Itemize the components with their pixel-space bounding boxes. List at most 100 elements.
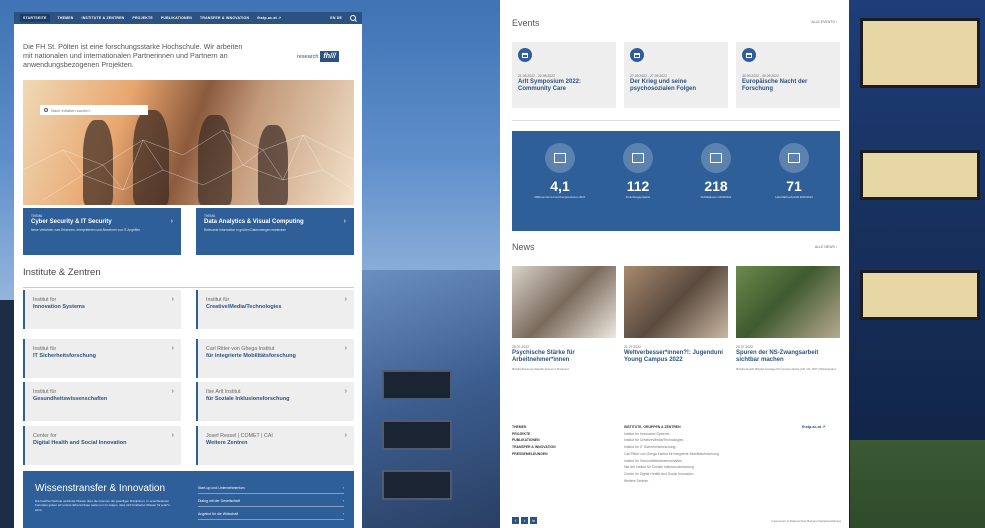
footer-link[interactable]: PUBLIKATIONEN bbox=[512, 437, 556, 444]
stat-item: 4,1 Millionen Euro Forschungsvolumen 202… bbox=[530, 143, 590, 200]
institute-line2: für Soziale Inklusionsforschung bbox=[206, 396, 290, 402]
hero-network-overlay bbox=[23, 129, 354, 201]
left-page-panel: STARTSEITE THEMEN INSTITUTE & ZENTREN PR… bbox=[14, 12, 362, 528]
all-events-link[interactable]: ALLE EVENTS › bbox=[811, 20, 837, 24]
events-title: Events bbox=[512, 18, 540, 28]
transfer-title: Wissenstransfer & Innovation bbox=[35, 483, 166, 494]
footer-link[interactable]: THEMEN bbox=[512, 424, 556, 431]
feature-desc: Relevante Information in großen Datenmen… bbox=[204, 228, 287, 232]
news-tags: #Digital Health #Digital Heritage #Immer… bbox=[736, 367, 837, 371]
nav-item-projekte[interactable]: PROJEKTE bbox=[132, 16, 152, 20]
footer-link[interactable]: Institut für Creative\Media/Technologies bbox=[624, 437, 719, 444]
news-card[interactable]: 21.07.2022 Weltverbesser*innen?!: Jugend… bbox=[624, 266, 728, 368]
institute-tile[interactable]: Institut for Innovation Systems › bbox=[23, 290, 181, 329]
transfer-desc: Die Fachhochschule verbindet Wissen über… bbox=[35, 499, 170, 512]
institute-line2: Gesundheitswissenschaften bbox=[33, 396, 108, 402]
footer-link[interactable]: Institut for Innovation Systems bbox=[624, 431, 719, 438]
footer-link[interactable]: Institut für Gesundheitswissenschaften bbox=[624, 458, 719, 465]
footer-link[interactable]: PRESSEMELDUNGEN bbox=[512, 451, 556, 458]
stats-panel: 4,1 Millionen Euro Forschungsvolumen 202… bbox=[512, 131, 840, 231]
news-image bbox=[624, 266, 728, 338]
legal-links[interactable]: Impressum & Datenschutz Barrierefreiheit… bbox=[771, 519, 841, 523]
research-logo[interactable]: research fh/// bbox=[297, 51, 339, 62]
institute-tile[interactable]: Josef Ressel | COMET | CAI Weitere Zentr… bbox=[196, 426, 354, 465]
news-image bbox=[512, 266, 616, 338]
chevron-right-icon: › bbox=[343, 218, 346, 225]
institute-tile[interactable]: Institut für IT Sicherheitsforschung › bbox=[23, 339, 181, 378]
institute-tile[interactable]: Ilse Arlt Institut für Soziale Inklusion… bbox=[196, 382, 354, 421]
institute-line2: Creative\Media/Technologies bbox=[206, 304, 282, 310]
twitter-icon[interactable]: t bbox=[521, 517, 528, 524]
research-funding-icon bbox=[545, 143, 575, 173]
nav-item-themen[interactable]: THEMEN bbox=[58, 16, 74, 20]
institute-line1: Carl Ritter von Ghega Institut bbox=[206, 346, 275, 352]
institute-tile[interactable]: Institut für Gesundheitswissenschaften › bbox=[23, 382, 181, 421]
transfer-link[interactable]: Start-up und Unternehmertum › bbox=[198, 483, 344, 494]
news-card[interactable]: 20.07.2022 Spuren der NS-Zwangsarbeit si… bbox=[736, 266, 840, 372]
footer-fhstp-link[interactable]: fhstp.ac.at ↗ bbox=[802, 424, 825, 429]
nav-item-transfer[interactable]: TRANSFER & INNOVATION bbox=[200, 16, 249, 20]
all-news-label: ALLE NEWS bbox=[814, 245, 835, 249]
search-icon bbox=[44, 108, 48, 112]
stat-value: 4,1 bbox=[550, 178, 570, 194]
social-links: f t in bbox=[512, 517, 537, 524]
footer-link[interactable]: PROJEKTE bbox=[512, 431, 556, 438]
search-icon[interactable] bbox=[350, 15, 356, 21]
event-date: 21.09.2022 - 22.09.2022 bbox=[518, 74, 555, 78]
hero-search-input[interactable] bbox=[51, 107, 141, 113]
institute-line2: IT Sicherheitsforschung bbox=[33, 353, 96, 359]
nav-item-fhstp[interactable]: fhstp.ac.at ↗ bbox=[257, 16, 281, 20]
news-title: Spuren der NS-Zwangsarbeit sichtbar mach… bbox=[736, 350, 819, 363]
all-events-label: ALLE EVENTS bbox=[811, 20, 835, 24]
hero-image bbox=[23, 80, 354, 205]
transfer-link-label: Angebot für die Wirtschaft bbox=[198, 512, 239, 516]
event-date: 27.09.2022 - 27.09.2022 bbox=[630, 74, 667, 78]
stat-item: 112 Forschungsprojekte bbox=[608, 143, 668, 200]
event-title: Arlt Symposium 2022: Community Care bbox=[518, 79, 582, 92]
event-card[interactable]: 27.09.2022 - 27.09.2022 Der Krieg und se… bbox=[624, 42, 728, 108]
all-news-link[interactable]: ALLE NEWS › bbox=[815, 245, 837, 249]
event-card[interactable]: 21.09.2022 - 22.09.2022 Arlt Symposium 2… bbox=[512, 42, 616, 108]
building-window bbox=[382, 370, 452, 400]
feature-tile-data-analytics[interactable]: THEMA Data Analytics & Visual Computing … bbox=[196, 208, 354, 255]
linkedin-icon[interactable]: in bbox=[530, 517, 537, 524]
stat-value: 112 bbox=[626, 178, 650, 194]
footer-link[interactable]: Ilse Arlt Institut für Soziale Inklusion… bbox=[624, 464, 719, 471]
hero-search-box[interactable] bbox=[40, 105, 148, 115]
nav-item-startseite[interactable]: STARTSEITE bbox=[20, 14, 50, 22]
transfer-link[interactable]: Angebot für die Wirtschaft › bbox=[198, 509, 344, 520]
transfer-section: Wissenstransfer & Innovation Die Fachhoc… bbox=[23, 471, 354, 528]
stat-value: 71 bbox=[786, 178, 802, 194]
footer-col-title: INSTITUTE, GRUPPEN & ZENTREN bbox=[624, 425, 681, 429]
institute-tile[interactable]: Carl Ritter von Ghega Institut für integ… bbox=[196, 339, 354, 378]
chevron-right-icon: › bbox=[171, 388, 174, 395]
feature-tile-cyber-security[interactable]: THEMA Cyber Security & IT Security Neue … bbox=[23, 208, 181, 255]
building-window bbox=[382, 420, 452, 450]
footer-link[interactable]: TRANSFER & INNOVATION bbox=[512, 444, 556, 451]
logo-mark: fh/// bbox=[320, 51, 339, 62]
footer-link[interactable]: Weitere Zentren bbox=[624, 478, 719, 485]
feature-label: THEMA bbox=[204, 214, 216, 218]
event-card[interactable]: 30.09.2022 - 30.09.2022 Europäische Nach… bbox=[736, 42, 840, 108]
institute-line1: Institut for bbox=[33, 297, 57, 303]
news-tags: #Digital Business #Health Sciences #Incl… bbox=[512, 367, 570, 371]
nav-item-publikationen[interactable]: PUBLIKATIONEN bbox=[161, 16, 192, 20]
building-window bbox=[860, 150, 980, 200]
footer-link[interactable]: Carl Ritter von Ghega Institut für integ… bbox=[624, 451, 719, 458]
building-window bbox=[860, 18, 980, 88]
chevron-right-icon: › bbox=[344, 296, 347, 303]
institute-tile[interactable]: Center for Digital Health and Social Inn… bbox=[23, 426, 181, 465]
news-card[interactable]: 25.07.2022 Psychische Stärke für Arbeitn… bbox=[512, 266, 616, 372]
projects-icon bbox=[623, 143, 653, 173]
nav-item-institute[interactable]: INSTITUTE & ZENTREN bbox=[82, 16, 125, 20]
transfer-link[interactable]: Dialog mit der Gesellschaft › bbox=[198, 496, 344, 507]
chevron-right-icon: › bbox=[344, 345, 347, 352]
footer-link[interactable]: Center for Digital Health and Social Inn… bbox=[624, 471, 719, 478]
transfer-link-label: Dialog mit der Gesellschaft bbox=[198, 499, 240, 503]
event-title: Europäische Nacht der Forschung bbox=[742, 79, 808, 92]
facebook-icon[interactable]: f bbox=[512, 517, 519, 524]
footer-link[interactable]: Institut für IT Sicherheitsforschung bbox=[624, 444, 719, 451]
institute-tile[interactable]: Institut für Creative\Media/Technologies… bbox=[196, 290, 354, 329]
institute-line1: Institut für bbox=[33, 346, 57, 352]
language-switch[interactable]: EN DE bbox=[330, 16, 342, 20]
